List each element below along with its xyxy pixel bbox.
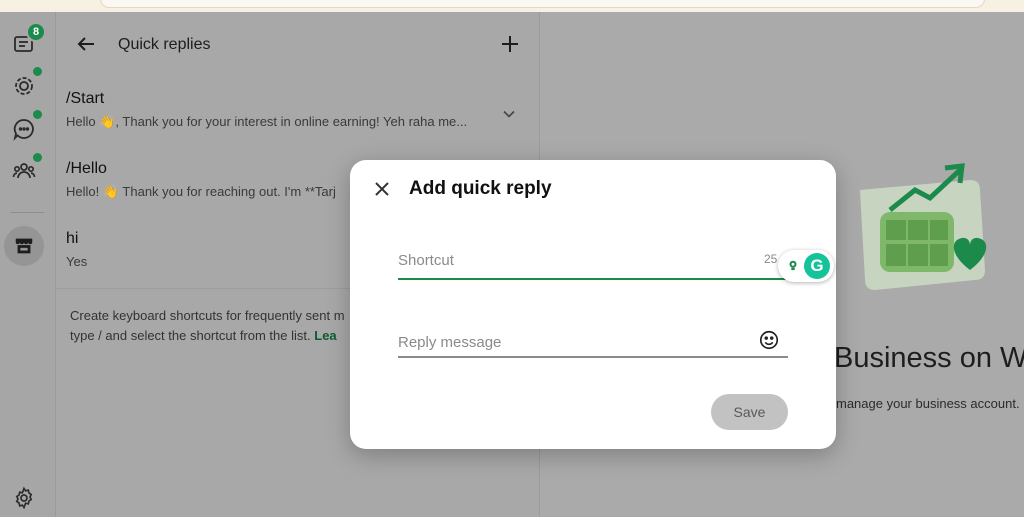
reply-message-field xyxy=(398,326,788,358)
quick-replies-hint: Create keyboard shortcuts for frequently… xyxy=(70,306,360,346)
close-icon[interactable] xyxy=(370,177,394,201)
channels-indicator-dot xyxy=(33,110,42,119)
quick-reply-shortcut: hi xyxy=(66,230,79,247)
shortcut-input[interactable] xyxy=(398,244,728,276)
reply-message-input[interactable] xyxy=(398,326,728,358)
emoji-icon[interactable] xyxy=(758,329,780,351)
settings-icon xyxy=(15,486,33,510)
quick-reply-item[interactable]: /Start Hello 👋, Thank you for your inter… xyxy=(56,82,540,152)
channels-icon xyxy=(13,119,34,141)
status-indicator-dot xyxy=(33,67,42,76)
communities-indicator-dot xyxy=(33,153,42,162)
communities-icon xyxy=(12,163,36,179)
hint-text: Create keyboard shortcuts for frequently… xyxy=(70,308,345,343)
business-tools-button[interactable] xyxy=(4,226,44,266)
grammarly-logo-icon: G xyxy=(804,253,830,279)
dialog-title: Add quick reply xyxy=(409,178,552,199)
grammarly-widget[interactable]: G xyxy=(778,250,834,282)
add-quick-reply-dialog: Add quick reply 25 G Save xyxy=(350,160,836,449)
quick-reply-shortcut: /Hello xyxy=(66,160,107,177)
quick-reply-preview: Hello 👋, Thank you for your interest in … xyxy=(66,114,468,129)
panel-title: Quick replies xyxy=(118,36,211,53)
chats-unread-badge: 8 xyxy=(26,22,46,42)
back-arrow-icon[interactable] xyxy=(74,32,98,56)
shortcut-char-counter: 25 xyxy=(764,252,778,266)
promo-subtitle: manage your business account. xyxy=(836,396,1020,411)
address-bar[interactable] xyxy=(100,0,985,8)
save-button[interactable]: Save xyxy=(711,394,788,430)
panel-header: Quick replies xyxy=(56,12,540,74)
lightbulb-icon xyxy=(789,260,797,271)
add-quick-reply-icon[interactable] xyxy=(498,32,522,56)
rail-divider xyxy=(10,212,44,213)
learn-more-link[interactable]: Lea xyxy=(314,328,336,343)
shortcut-field: 25 xyxy=(398,244,788,280)
chevron-down-icon[interactable] xyxy=(499,104,519,124)
quick-reply-shortcut: /Start xyxy=(66,90,105,107)
business-illustration xyxy=(860,163,987,290)
promo-title: Business on We xyxy=(834,342,1024,374)
browser-top-strip xyxy=(0,0,1024,12)
settings-button[interactable] xyxy=(12,486,36,510)
status-icon xyxy=(15,77,33,95)
nav-rail: 8 xyxy=(0,12,56,517)
business-tools-icon xyxy=(15,238,33,254)
